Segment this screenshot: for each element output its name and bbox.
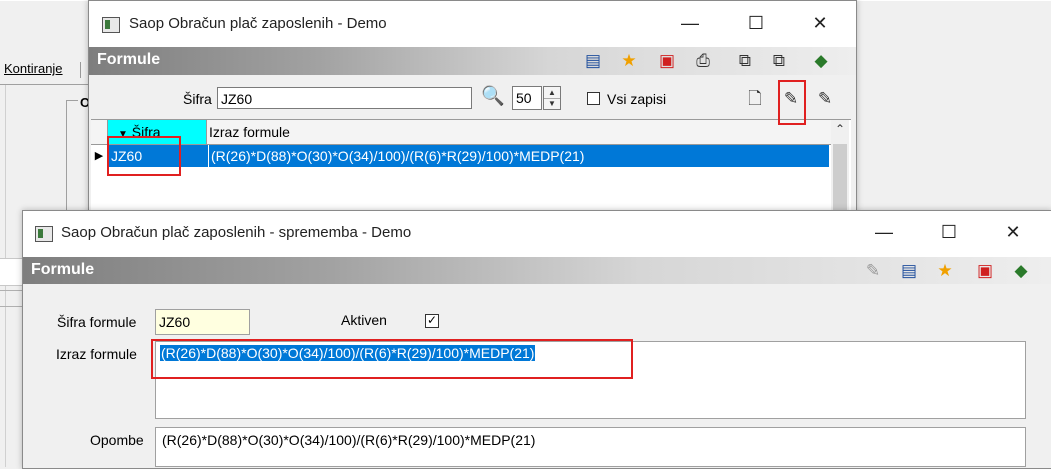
sifra-search-input[interactable]: JZ60: [217, 87, 472, 109]
aktiven-checkbox[interactable]: ✓: [425, 314, 439, 328]
count-stepper[interactable]: ▲ ▼: [543, 86, 561, 110]
highlight-box-formula: [151, 339, 633, 379]
column-header-izraz[interactable]: Izraz formule: [209, 120, 290, 144]
scroll-thumb[interactable]: [833, 144, 847, 216]
cell-izraz[interactable]: (R(26)*D(88)*O(30)*O(34)/100)/(R(6)*R(29…: [209, 145, 829, 167]
bg-line: [0, 290, 24, 291]
ribbon-title: Formule: [97, 51, 161, 68]
opombe-text: (R(26)*D(88)*O(30)*O(34)/100)/(R(6)*R(29…: [162, 432, 536, 448]
paste-icon[interactable]: ⧉: [769, 51, 789, 71]
edit-disabled-icon: ✎: [865, 261, 881, 280]
minimize-button[interactable]: —: [667, 13, 713, 34]
stepper-down-icon[interactable]: ▼: [544, 98, 560, 109]
export-icon[interactable]: ▣: [975, 261, 995, 281]
tab-kontiranje[interactable]: Kontiranje: [4, 61, 63, 76]
formule-list-window: Saop Obračun plač zaposlenih - Demo — ☐ …: [88, 0, 857, 217]
minimize-button[interactable]: —: [861, 222, 907, 243]
window-title: Saop Obračun plač zaposlenih - Demo: [129, 15, 387, 32]
all-records-label: Vsi zapisi: [607, 91, 667, 107]
maximize-button[interactable]: ☐: [926, 222, 972, 243]
table-row[interactable]: ▶ JZ60 (R(26)*D(88)*O(30)*O(34)/100)/(R(…: [91, 145, 833, 167]
search-row: Šifra JZ60 🔍 50 ▲ ▼ Vsi zapisi 🗋 ✎ ✎: [89, 77, 856, 115]
sifra-formule-label: Šifra formule: [57, 314, 137, 330]
bg-divider: [0, 84, 88, 85]
title-bar[interactable]: Saop Obračun plač zaposlenih - sprememba…: [23, 211, 1051, 257]
aktiven-label: Aktiven: [341, 312, 387, 328]
favorite-star-icon[interactable]: ★: [619, 51, 639, 71]
printer-icon[interactable]: ⎙: [693, 51, 713, 71]
header-indicator: [91, 120, 108, 144]
app-icon: [102, 17, 120, 33]
bg-line: [0, 306, 24, 307]
exit-book-icon[interactable]: ◆: [811, 51, 831, 71]
izraz-formule-label: Izraz formule: [56, 346, 137, 362]
close-button[interactable]: ✕: [797, 13, 843, 34]
scroll-up-icon[interactable]: ⌃: [831, 122, 849, 136]
formula-grid[interactable]: ▼ Šifra Izraz formule ▶ JZ60 (R(26)*D(88…: [91, 119, 851, 216]
edit-multiple-icon[interactable]: ✎: [815, 89, 835, 109]
export-icon[interactable]: ▣: [657, 51, 677, 71]
app-icon: [35, 226, 53, 242]
highlight-box-edit-button: [778, 80, 806, 125]
record-count-input[interactable]: 50: [512, 86, 542, 110]
ribbon: Formule ▤ ★ ▣ ⎙ ⧉ ⧉ ◆: [89, 47, 856, 75]
maximize-button[interactable]: ☐: [733, 13, 779, 34]
ribbon-title: Formule: [31, 261, 95, 278]
title-bar[interactable]: Saop Obračun plač zaposlenih - Demo — ☐ …: [89, 1, 856, 47]
exit-book-icon[interactable]: ◆: [1011, 261, 1031, 281]
sifra-formule-field[interactable]: JZ60: [155, 309, 250, 335]
new-record-icon[interactable]: 🗋: [745, 89, 765, 109]
close-button[interactable]: ✕: [990, 222, 1036, 243]
bg-input-strip: [0, 258, 24, 286]
columns-icon[interactable]: ▤: [583, 51, 603, 71]
vertical-scrollbar[interactable]: ⌃: [831, 120, 849, 216]
row-pointer-icon: ▶: [94, 150, 104, 162]
window-title: Saop Obračun plač zaposlenih - sprememba…: [61, 224, 412, 241]
favorite-star-icon[interactable]: ★: [935, 261, 955, 281]
tab-separator: [80, 62, 81, 78]
ribbon: Formule ✎ ▤ ★ ▣ ◆: [23, 257, 1051, 284]
all-records-checkbox[interactable]: [587, 92, 600, 105]
search-icon[interactable]: 🔍: [481, 87, 505, 107]
opombe-textarea[interactable]: (R(26)*D(88)*O(30)*O(34)/100)/(R(6)*R(29…: [155, 427, 1026, 467]
highlight-box-sifra: [107, 136, 181, 176]
copy-icon[interactable]: ⧉: [735, 51, 755, 71]
grid-header: ▼ Šifra Izraz formule: [91, 120, 833, 145]
columns-icon[interactable]: ▤: [899, 261, 919, 281]
sifra-label: Šifra: [183, 91, 212, 107]
opombe-label: Opombe: [90, 432, 144, 448]
